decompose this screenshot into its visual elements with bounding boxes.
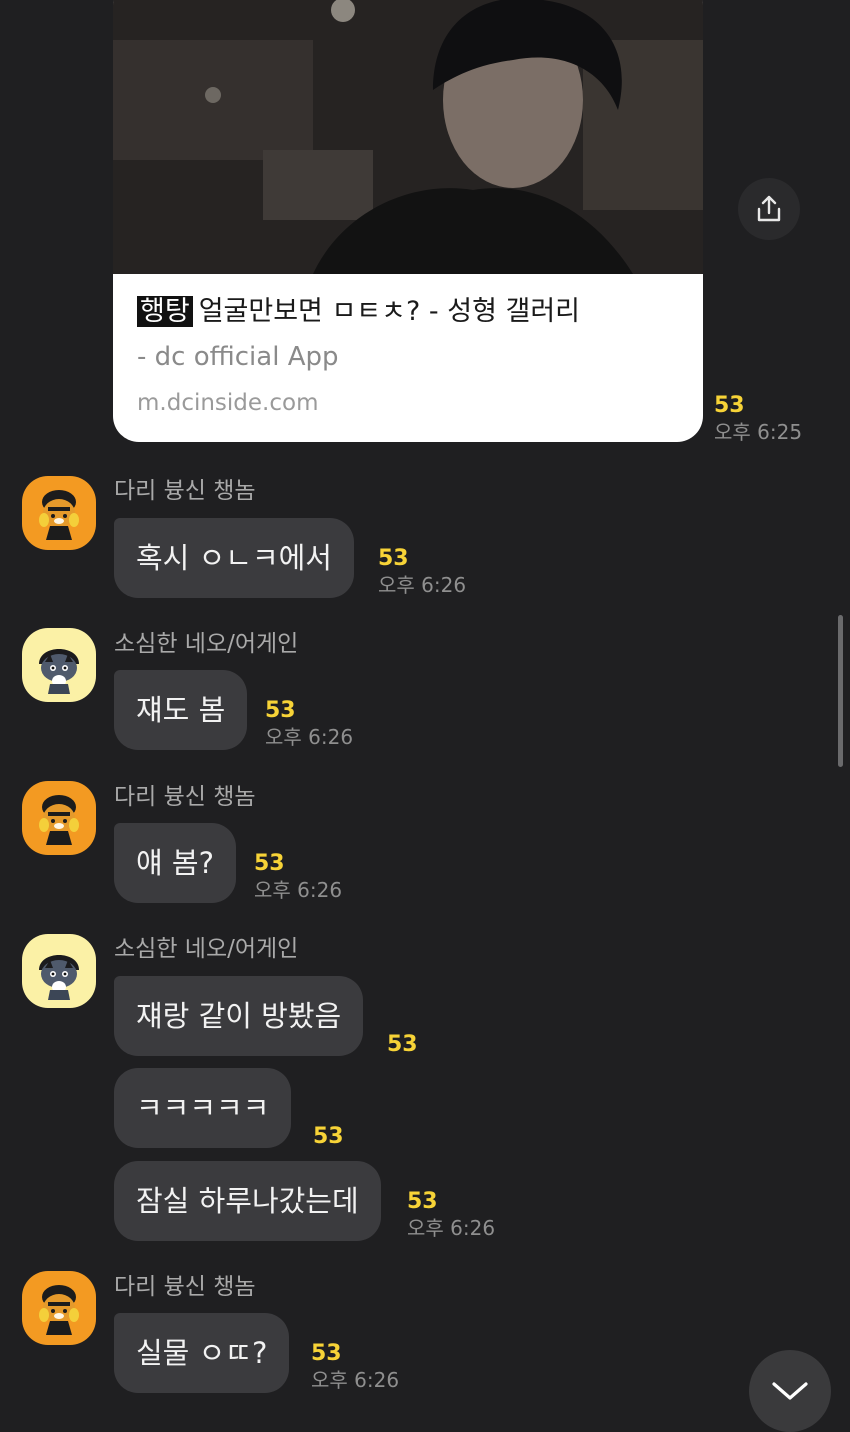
message-time: 오후 6:26 bbox=[265, 725, 354, 749]
message-meta: 53 오후 6:26 bbox=[311, 1341, 399, 1393]
message-bubble[interactable]: 잠실 하루나갔는데 bbox=[114, 1161, 381, 1241]
link-preview-card[interactable]: 행탕 얼굴만보면 ㅁㅌㅊ? - 성형 갤러리 - dc official App … bbox=[113, 0, 703, 442]
sender-name: 다리 븅신 챙놈 bbox=[114, 784, 256, 810]
message-bubble[interactable]: 얘 봄? bbox=[114, 823, 236, 903]
unread-count: 53 bbox=[714, 393, 745, 418]
chevron-down-icon bbox=[772, 1382, 808, 1400]
sender-name: 다리 븅신 챙놈 bbox=[114, 1274, 256, 1300]
link-domain: m.dcinside.com bbox=[137, 390, 319, 416]
unread-count: 53 bbox=[387, 1032, 418, 1057]
message-time: 오후 6:26 bbox=[378, 573, 467, 597]
avatar-neo[interactable] bbox=[22, 628, 96, 702]
avatar-neo[interactable] bbox=[22, 934, 96, 1008]
message-bubble[interactable]: 혹시 ㅇㄴㅋ에서 bbox=[114, 518, 354, 598]
link-title: 행탕 얼굴만보면 ㅁㅌㅊ? - 성형 갤러리 bbox=[137, 294, 687, 330]
message-meta: 53 bbox=[313, 1124, 344, 1150]
sender-name: 다리 븅신 챙놈 bbox=[114, 478, 256, 504]
message-bubble[interactable]: 쟤도 봄 bbox=[114, 670, 248, 750]
link-title-text: 얼굴만보면 ㅁㅌㅊ? - 성형 갤러리 bbox=[198, 296, 581, 327]
ryan-character-avatar bbox=[39, 795, 79, 845]
message-bubble[interactable]: ㅋㅋㅋㅋㅋ bbox=[114, 1068, 292, 1148]
avatar-ryan[interactable] bbox=[22, 1271, 96, 1345]
message-time: 오후 6:25 bbox=[714, 420, 803, 444]
unread-count: 53 bbox=[265, 698, 296, 723]
ryan-character-avatar bbox=[39, 490, 79, 540]
unread-count: 53 bbox=[378, 546, 409, 571]
neo-character-avatar bbox=[39, 955, 79, 1000]
neo-character-avatar bbox=[39, 649, 79, 694]
avatar-ryan[interactable] bbox=[22, 781, 96, 855]
ryan-character-avatar bbox=[39, 1285, 79, 1335]
link-subtitle: - dc official App bbox=[137, 342, 339, 372]
unread-count: 53 bbox=[407, 1189, 438, 1214]
unread-count: 53 bbox=[313, 1124, 344, 1149]
sender-name: 소심한 네오/어게인 bbox=[114, 936, 299, 962]
message-meta: 53 오후 6:26 bbox=[407, 1189, 495, 1241]
scrollbar-thumb[interactable] bbox=[838, 615, 843, 767]
avatar-ryan[interactable] bbox=[22, 476, 96, 550]
message-bubble[interactable]: 실물 ㅇㄸ? bbox=[114, 1313, 290, 1393]
share-button[interactable] bbox=[738, 178, 800, 240]
message-meta: 53 bbox=[387, 1032, 418, 1058]
message-time: 오후 6:26 bbox=[311, 1368, 400, 1392]
message-time: 오후 6:26 bbox=[407, 1216, 496, 1240]
sender-name: 소심한 네오/어게인 bbox=[114, 631, 299, 657]
link-title-tag: 행탕 bbox=[137, 296, 193, 327]
message-bubble[interactable]: 쟤랑 같이 방봤음 bbox=[114, 976, 364, 1056]
message-meta: 53 오후 6:26 bbox=[265, 698, 353, 750]
message-time: 오후 6:26 bbox=[254, 878, 343, 902]
message-meta: 53 오후 6:26 bbox=[254, 851, 342, 903]
share-icon bbox=[757, 195, 781, 222]
unread-count: 53 bbox=[254, 851, 285, 876]
message-meta: 53 오후 6:26 bbox=[378, 546, 466, 598]
link-thumbnail-image bbox=[113, 0, 703, 274]
message-meta: 53 오후 6:25 bbox=[714, 393, 802, 445]
unread-count: 53 bbox=[311, 1341, 342, 1366]
